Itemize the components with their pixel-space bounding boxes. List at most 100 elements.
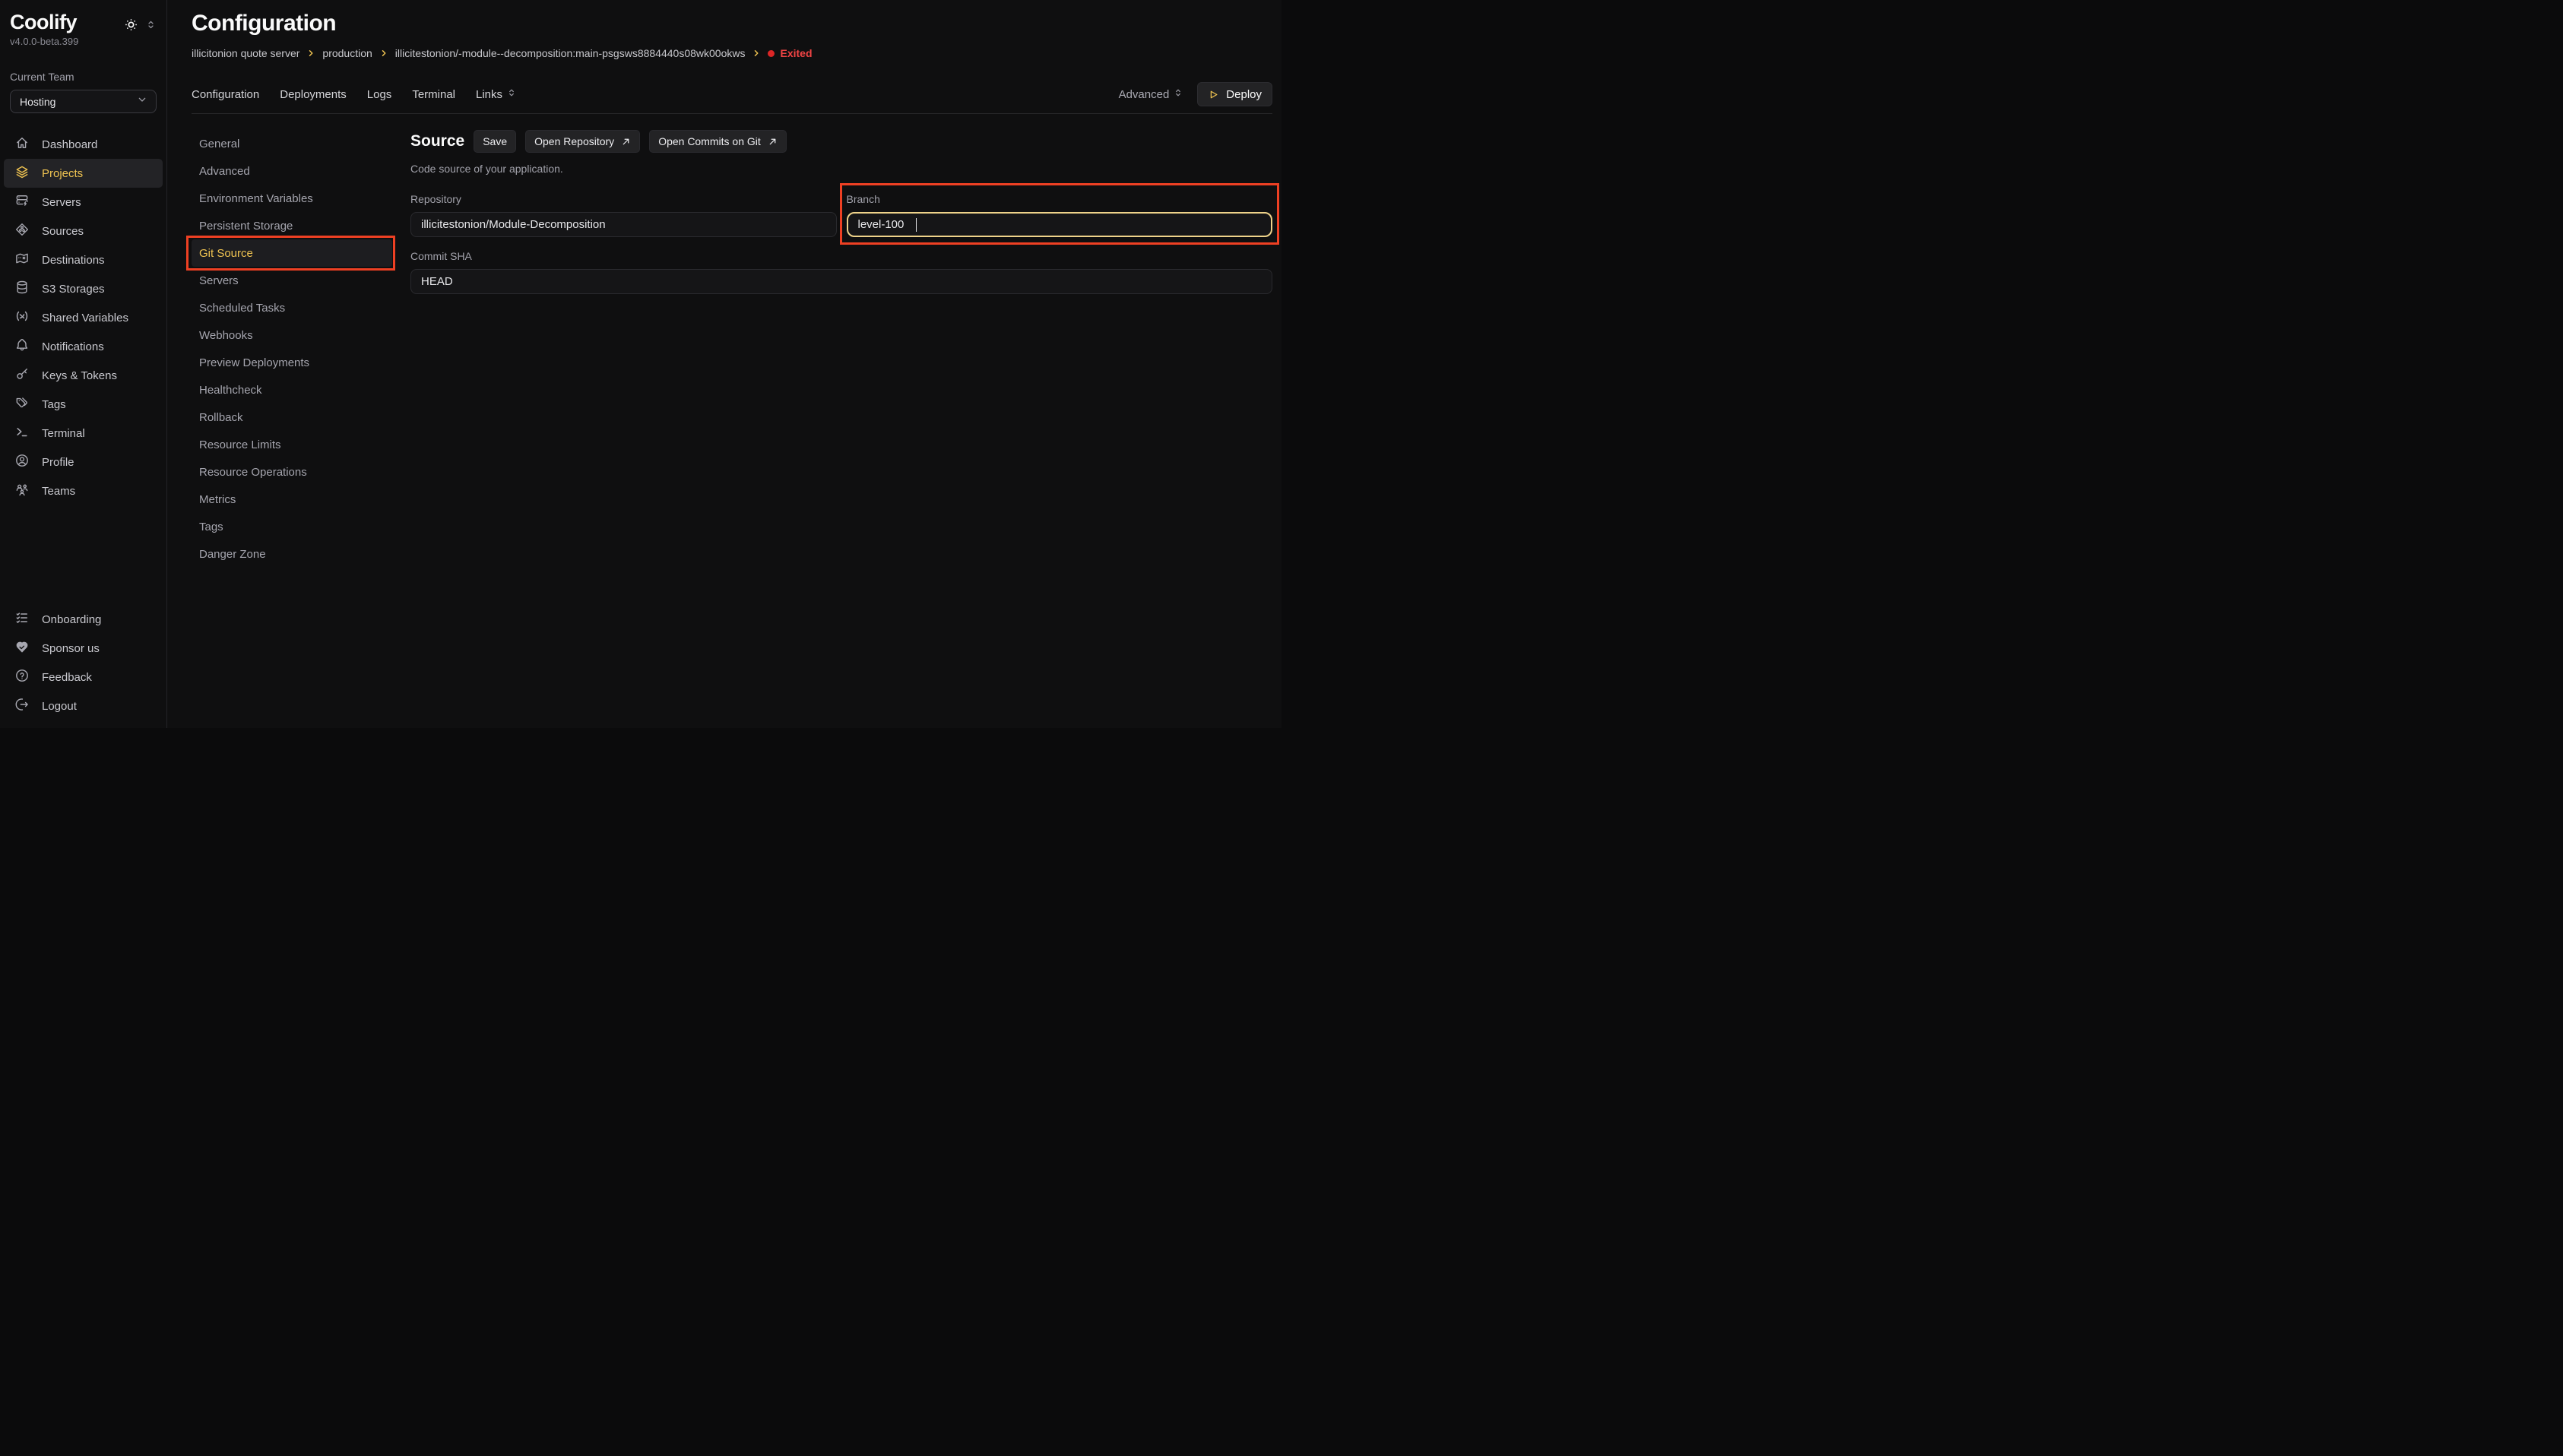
- commit-sha-input[interactable]: [410, 269, 1272, 294]
- sidebar-item-notifications[interactable]: Notifications: [4, 332, 163, 361]
- tab-links[interactable]: Links: [476, 87, 517, 101]
- breadcrumb-application[interactable]: illicitestonion/-module--decomposition:m…: [395, 47, 746, 59]
- logout-icon: [14, 697, 30, 715]
- sidebar-item-sponsor-us[interactable]: Sponsor us: [4, 634, 163, 663]
- subnav-item-general[interactable]: General: [192, 130, 392, 157]
- chevrons-up-down-icon: [1173, 87, 1183, 101]
- section-description: Code source of your application.: [410, 163, 1272, 175]
- config-subnav: General Advanced Environment Variables P…: [192, 130, 392, 568]
- sidebar: Coolify v4.0.0-beta.399: [0, 0, 167, 728]
- open-repository-button[interactable]: Open Repository: [525, 130, 640, 153]
- subnav-item-resource-operations[interactable]: Resource Operations: [192, 458, 392, 486]
- sidebar-item-terminal[interactable]: Terminal: [4, 419, 163, 448]
- subnav-item-persistent-storage[interactable]: Persistent Storage: [192, 212, 392, 239]
- play-icon: [1208, 89, 1219, 100]
- terminal-icon: [14, 424, 30, 442]
- subnav-item-resource-limits[interactable]: Resource Limits: [192, 431, 392, 458]
- app-logo: Coolify: [10, 11, 77, 34]
- status-dot-icon: [768, 50, 775, 57]
- subnav-item-environment-variables[interactable]: Environment Variables: [192, 185, 392, 212]
- sidebar-item-label: Destinations: [42, 254, 105, 267]
- commit-sha-field-group: Commit SHA: [410, 250, 1272, 294]
- sun-icon[interactable]: [123, 17, 139, 33]
- bell-icon: [14, 337, 30, 356]
- branch-input[interactable]: [847, 212, 1273, 237]
- subnav-item-git-source[interactable]: Git Source: [192, 239, 392, 267]
- breadcrumb-project[interactable]: illicitonion quote server: [192, 47, 299, 59]
- subnav-item-scheduled-tasks[interactable]: Scheduled Tasks: [192, 294, 392, 321]
- subnav-item-tags[interactable]: Tags: [192, 513, 392, 540]
- branch-field-group: Branch: [847, 193, 1273, 237]
- repository-label: Repository: [410, 193, 837, 205]
- git-icon: [14, 222, 30, 240]
- heart-icon: [14, 639, 30, 657]
- breadcrumb-environment[interactable]: production: [322, 47, 372, 59]
- subnav-item-danger-zone[interactable]: Danger Zone: [192, 540, 392, 568]
- theme-select-chevrons-icon[interactable]: [145, 19, 157, 30]
- tab-configuration[interactable]: Configuration: [192, 88, 259, 101]
- sidebar-item-logout[interactable]: Logout: [4, 692, 163, 720]
- deploy-button[interactable]: Deploy: [1197, 82, 1272, 106]
- chevron-down-icon: [136, 93, 148, 109]
- home-icon: [14, 135, 30, 154]
- text-cursor: [916, 218, 917, 232]
- variable-icon: [14, 309, 30, 327]
- subnav-item-metrics[interactable]: Metrics: [192, 486, 392, 513]
- sidebar-item-label: Notifications: [42, 340, 104, 353]
- chevron-right-icon: [752, 49, 761, 58]
- repository-field-group: Repository: [410, 193, 837, 237]
- tab-logs[interactable]: Logs: [367, 88, 392, 101]
- sidebar-header: Coolify v4.0.0-beta.399: [0, 11, 166, 47]
- subnav-item-rollback[interactable]: Rollback: [192, 404, 392, 431]
- sidebar-item-projects[interactable]: Projects: [4, 159, 163, 188]
- server-icon: [14, 193, 30, 211]
- page-title: Configuration: [192, 11, 1272, 36]
- sidebar-item-servers[interactable]: Servers: [4, 188, 163, 217]
- subnav-item-webhooks[interactable]: Webhooks: [192, 321, 392, 349]
- advanced-dropdown[interactable]: Advanced: [1119, 87, 1184, 101]
- open-commits-button[interactable]: Open Commits on Git: [649, 130, 787, 153]
- sidebar-item-label: Shared Variables: [42, 312, 128, 324]
- sidebar-item-tags[interactable]: Tags: [4, 390, 163, 419]
- sidebar-item-label: Profile: [42, 456, 74, 469]
- sidebar-item-feedback[interactable]: Feedback: [4, 663, 163, 692]
- chevron-right-icon: [379, 49, 388, 58]
- sidebar-item-profile[interactable]: Profile: [4, 448, 163, 476]
- sidebar-item-keys-tokens[interactable]: Keys & Tokens: [4, 361, 163, 390]
- sidebar-item-destinations[interactable]: Destinations: [4, 245, 163, 274]
- sidebar-item-s3-storages[interactable]: S3 Storages: [4, 274, 163, 303]
- branch-label: Branch: [847, 193, 1273, 205]
- sidebar-item-dashboard[interactable]: Dashboard: [4, 130, 163, 159]
- status-text: Exited: [780, 47, 812, 59]
- key-icon: [14, 366, 30, 385]
- subnav-item-advanced[interactable]: Advanced: [192, 157, 392, 185]
- team-select[interactable]: Hosting: [10, 90, 157, 113]
- subnav-item-healthcheck[interactable]: Healthcheck: [192, 376, 392, 404]
- sidebar-item-teams[interactable]: Teams: [4, 476, 163, 505]
- section-title: Source: [410, 132, 464, 150]
- subnav-item-servers[interactable]: Servers: [192, 267, 392, 294]
- chevrons-up-down-icon: [506, 87, 517, 101]
- sidebar-item-label: Servers: [42, 196, 81, 209]
- map-icon: [14, 251, 30, 269]
- database-icon: [14, 280, 30, 298]
- app-root: Coolify v4.0.0-beta.399: [0, 0, 1282, 728]
- tab-terminal[interactable]: Terminal: [412, 88, 455, 101]
- sidebar-item-sources[interactable]: Sources: [4, 217, 163, 245]
- sidebar-item-label: Dashboard: [42, 138, 97, 151]
- sidebar-item-label: Onboarding: [42, 613, 101, 626]
- sidebar-item-onboarding[interactable]: Onboarding: [4, 605, 163, 634]
- sidebar-item-label: Feedback: [42, 671, 92, 684]
- tags-icon: [14, 395, 30, 413]
- breadcrumb: illicitonion quote server production ill…: [192, 47, 1272, 59]
- main-area: Configuration illicitonion quote server …: [167, 0, 1282, 728]
- sidebar-item-shared-variables[interactable]: Shared Variables: [4, 303, 163, 332]
- save-button[interactable]: Save: [474, 130, 516, 153]
- help-circle-icon: [14, 668, 30, 686]
- tab-deployments[interactable]: Deployments: [280, 88, 347, 101]
- git-source-panel: Source Save Open Repository Open Commits…: [410, 130, 1272, 568]
- subnav-item-preview-deployments[interactable]: Preview Deployments: [192, 349, 392, 376]
- commit-sha-label: Commit SHA: [410, 250, 1272, 262]
- sidebar-item-label: Tags: [42, 398, 66, 411]
- repository-input[interactable]: [410, 212, 837, 237]
